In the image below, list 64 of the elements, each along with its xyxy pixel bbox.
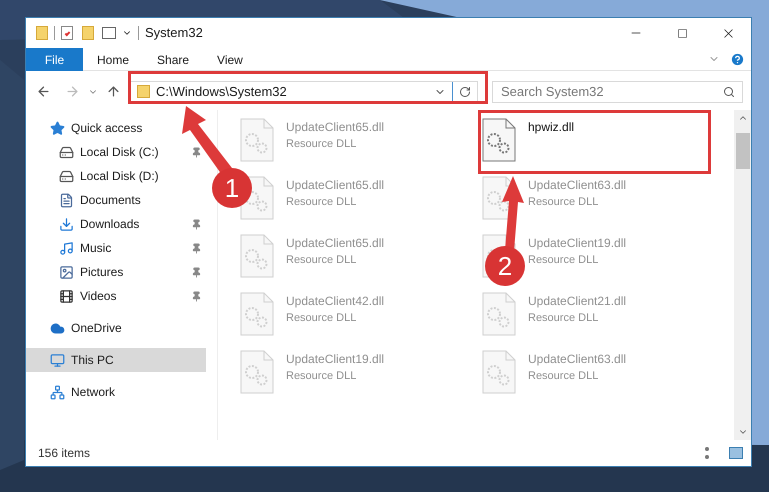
pin-icon[interactable]: [191, 242, 202, 254]
file-gears-icon: [482, 292, 516, 336]
sidebar-item[interactable]: OneDrive: [26, 316, 206, 340]
arrow: [182, 106, 232, 175]
pin-icon[interactable]: [191, 146, 202, 158]
file-type: Resource DLL: [286, 369, 358, 384]
search-field[interactable]: Search System32: [492, 80, 743, 102]
film-icon: [59, 288, 74, 304]
maximize-icon[interactable]: [676, 28, 688, 38]
sidebar-item[interactable]: Network: [26, 380, 206, 404]
folder-icon: [137, 85, 150, 98]
file-gears-icon: [482, 118, 516, 162]
sidebar-item[interactable]: Pictures: [26, 260, 206, 284]
download-icon: [59, 216, 74, 232]
computer-icon: [50, 352, 65, 368]
file-gears-icon: [240, 234, 274, 278]
drive-icon: [59, 168, 74, 184]
file-name[interactable]: hpwiz.dll: [528, 118, 574, 136]
search-icon[interactable]: [723, 86, 735, 98]
drive-icon: [59, 144, 74, 160]
file-type: Resource DLL: [286, 253, 358, 268]
file-type: Resource DLL: [286, 195, 358, 210]
sidebar-item[interactable]: This PC: [26, 348, 206, 372]
file-type: Resource DLL: [286, 137, 358, 152]
star-icon: [50, 120, 65, 136]
sidebar-item[interactable]: Documents: [26, 188, 206, 212]
up-icon[interactable]: [106, 84, 121, 99]
checklist-icon[interactable]: [61, 26, 73, 40]
pin-icon[interactable]: [191, 266, 202, 278]
pin-icon[interactable]: [191, 290, 202, 302]
pin-icon[interactable]: [191, 218, 202, 230]
item-count: 156 items: [38, 445, 90, 462]
file-type: Resource DLL: [528, 253, 600, 268]
file-type: Resource DLL: [286, 311, 358, 326]
file-gears-icon: [240, 292, 274, 336]
window-title: System32: [145, 24, 203, 42]
ribbon-tab[interactable]: Home: [83, 48, 144, 71]
help-icon[interactable]: [730, 52, 745, 66]
ribbon-tab[interactable]: Share: [143, 48, 204, 71]
address-path: C:\Windows\System32: [156, 84, 287, 99]
picture-icon: [59, 264, 74, 280]
file-gears-icon: [482, 350, 516, 394]
file-type: Resource DLL: [528, 369, 600, 384]
file-type: Resource DLL: [528, 311, 600, 326]
sidebar-item[interactable]: Downloads: [26, 212, 206, 236]
music-note-icon: [59, 240, 74, 256]
refresh-icon[interactable]: [459, 86, 471, 98]
sidebar-item[interactable]: Local Disk (C:): [26, 140, 206, 164]
ribbon-tab[interactable]: File: [26, 48, 83, 71]
document-icon: [59, 192, 74, 208]
back-icon[interactable]: [36, 84, 51, 99]
scrollbar[interactable]: [734, 110, 751, 440]
scroll-thumb[interactable]: [736, 133, 750, 169]
large-icons-view-icon[interactable]: [729, 447, 743, 459]
file-gears-icon: [240, 118, 274, 162]
sidebar-item[interactable]: Music: [26, 236, 206, 260]
cloud-icon: [50, 320, 65, 336]
sidebar-item[interactable]: Quick access: [26, 116, 206, 140]
file-type: Resource DLL: [528, 195, 600, 210]
network-icon: [50, 384, 65, 400]
sidebar-item[interactable]: Videos: [26, 284, 206, 308]
file-gears-icon: [240, 350, 274, 394]
ribbon-tab[interactable]: View: [203, 48, 257, 71]
sidebar-item[interactable]: Local Disk (D:): [26, 164, 206, 188]
